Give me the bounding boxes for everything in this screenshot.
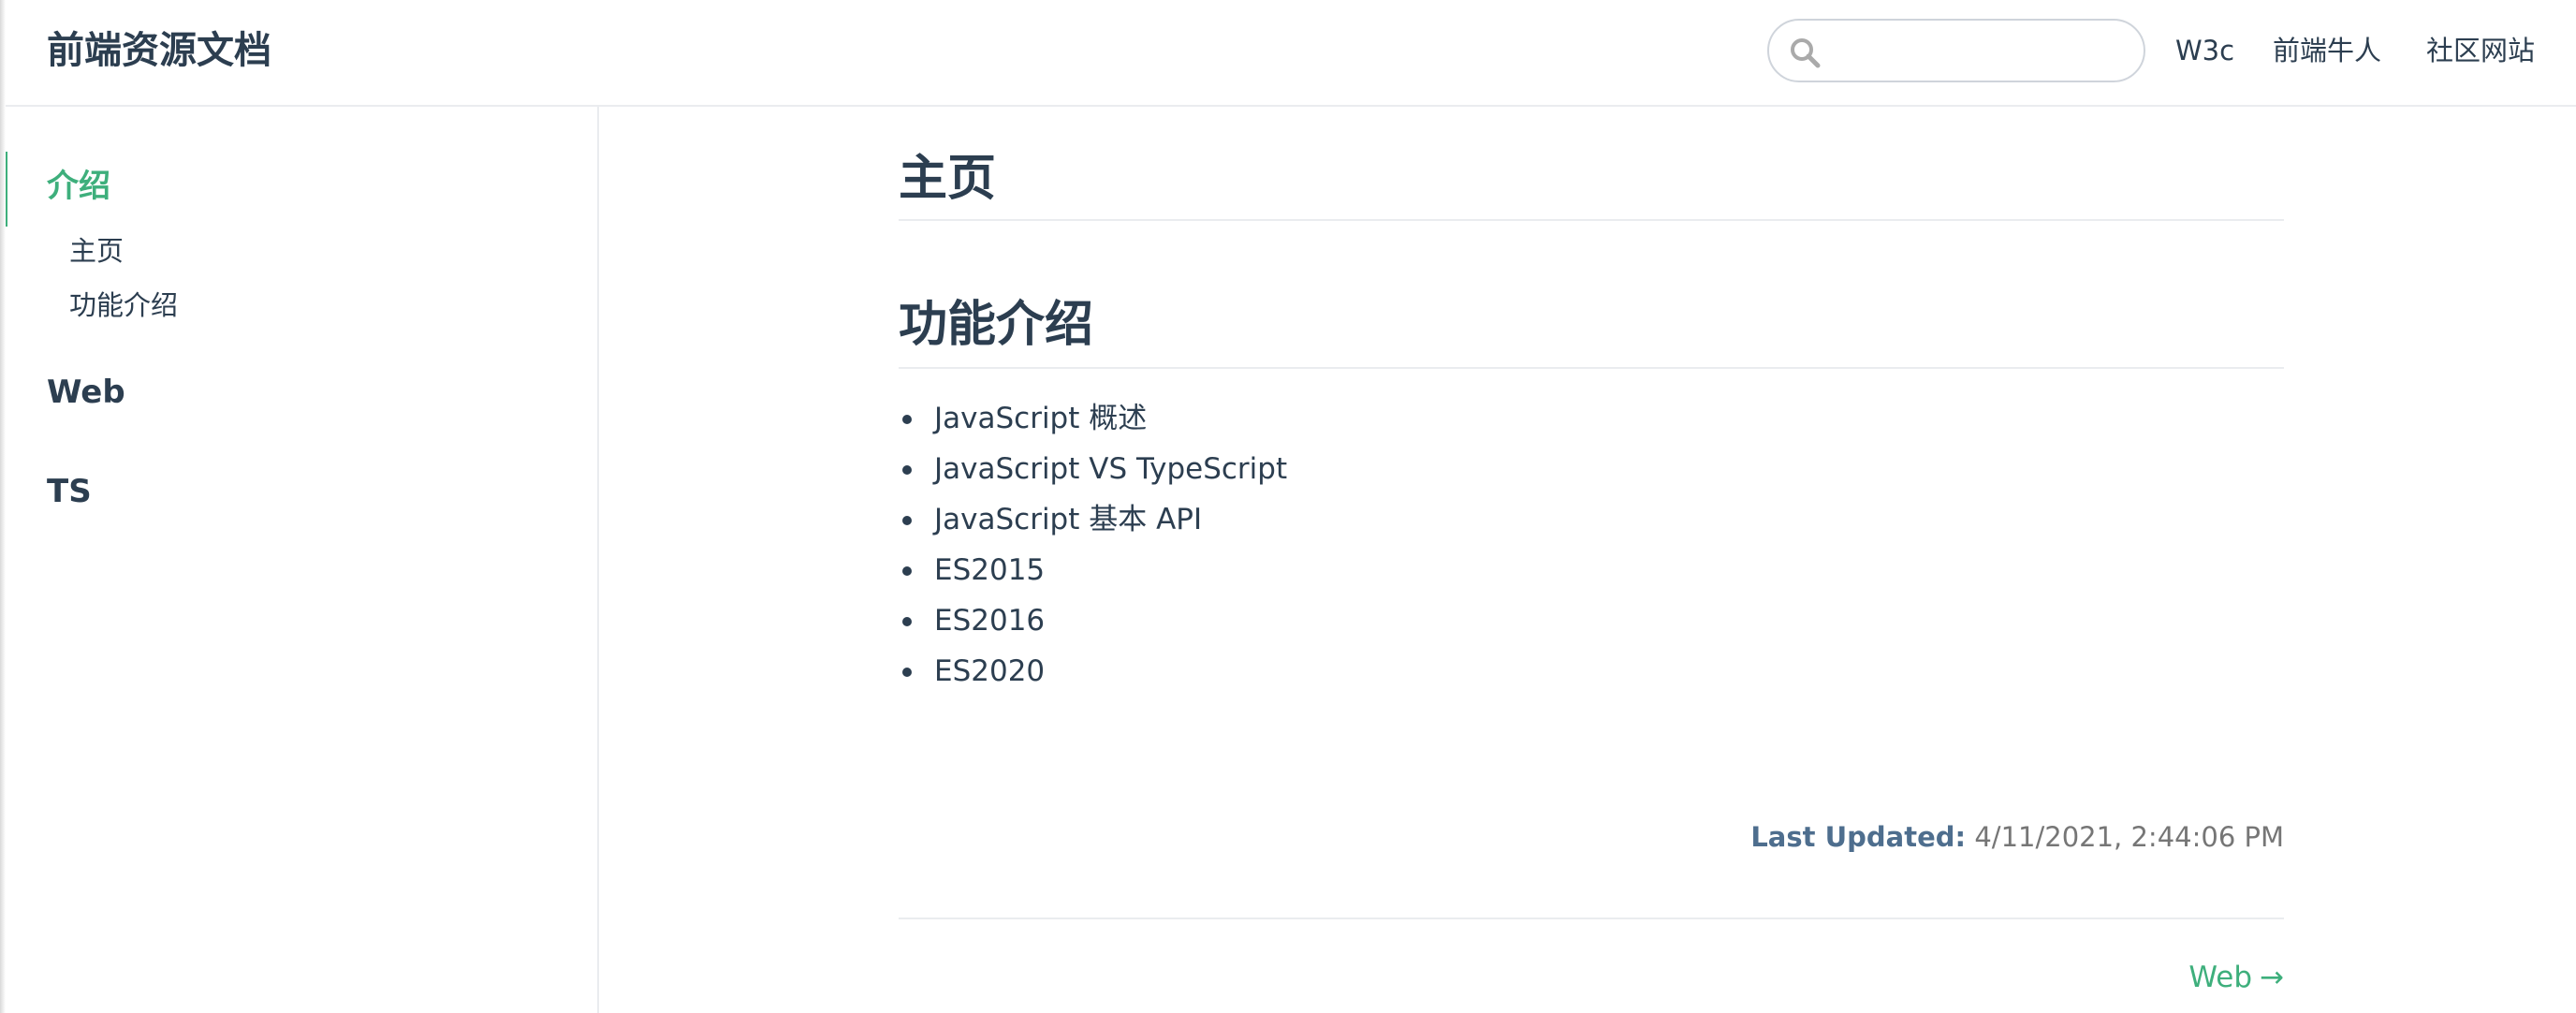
next-page-label: Web bbox=[2188, 961, 2253, 994]
feature-list: JavaScript 概述 JavaScript VS TypeScript J… bbox=[899, 393, 1287, 697]
sidebar-group-intro[interactable]: 介绍 bbox=[47, 163, 110, 210]
sidebar: 介绍 主页 功能介绍 Web TS bbox=[0, 107, 599, 1013]
list-item-text: JavaScript 基本 API bbox=[934, 503, 1203, 536]
bullet-icon bbox=[902, 516, 912, 525]
navbar: 前端资源文档 W3c 前端牛人 社区网站 bbox=[0, 0, 2576, 107]
sidebar-item-features[interactable]: 功能介绍 bbox=[69, 285, 178, 326]
bullet-icon bbox=[902, 415, 912, 424]
list-item-text: ES2015 bbox=[934, 553, 1046, 587]
page-title: 主页 bbox=[899, 151, 997, 207]
list-item: ES2016 bbox=[899, 595, 1287, 646]
list-item: JavaScript 概述 bbox=[899, 393, 1287, 444]
list-item: ES2020 bbox=[899, 646, 1287, 697]
sidebar-item-home[interactable]: 主页 bbox=[69, 230, 124, 272]
list-item: JavaScript 基本 API bbox=[899, 494, 1287, 545]
arrow-right-icon: → bbox=[2260, 961, 2284, 994]
list-item-text: ES2016 bbox=[934, 604, 1046, 638]
list-item-text: ES2020 bbox=[934, 654, 1046, 688]
page: 前端资源文档 W3c 前端牛人 社区网站 介绍 主页 功能介绍 Web TS 主… bbox=[0, 0, 2576, 1013]
list-item: JavaScript VS TypeScript bbox=[899, 444, 1287, 494]
window-edge-shadow bbox=[0, 0, 6, 1013]
next-page-link[interactable]: Web → bbox=[2188, 953, 2284, 1002]
sidebar-group-web[interactable]: Web bbox=[47, 369, 125, 416]
list-item-text: JavaScript VS TypeScript bbox=[934, 452, 1288, 486]
sidebar-group-ts[interactable]: TS bbox=[47, 468, 92, 515]
last-updated: Last Updated: 4/11/2021, 2:44:06 PM bbox=[1750, 816, 2284, 858]
bullet-icon bbox=[902, 566, 912, 576]
page-nav-divider bbox=[899, 918, 2284, 919]
search-input[interactable] bbox=[1831, 30, 2130, 73]
bullet-icon bbox=[902, 668, 912, 677]
nav-link-w3c[interactable]: W3c bbox=[2175, 26, 2234, 75]
list-item-text: JavaScript 概述 bbox=[934, 402, 1148, 435]
search-icon bbox=[1791, 38, 1821, 68]
nav-link-frontend-experts[interactable]: 前端牛人 bbox=[2273, 26, 2381, 75]
last-updated-label: Last Updated: bbox=[1750, 821, 1967, 853]
site-name-link[interactable]: 前端资源文档 bbox=[47, 22, 271, 79]
nav-link-community-sites[interactable]: 社区网站 bbox=[2426, 26, 2535, 75]
bullet-icon bbox=[902, 465, 912, 475]
list-item: ES2015 bbox=[899, 545, 1287, 595]
section-divider bbox=[899, 367, 2284, 369]
bullet-icon bbox=[902, 617, 912, 626]
title-divider bbox=[899, 219, 2284, 221]
search-box[interactable] bbox=[1767, 19, 2145, 82]
section-heading-features: 功能介绍 bbox=[899, 297, 1094, 353]
last-updated-time: 4/11/2021, 2:44:06 PM bbox=[1974, 821, 2284, 853]
